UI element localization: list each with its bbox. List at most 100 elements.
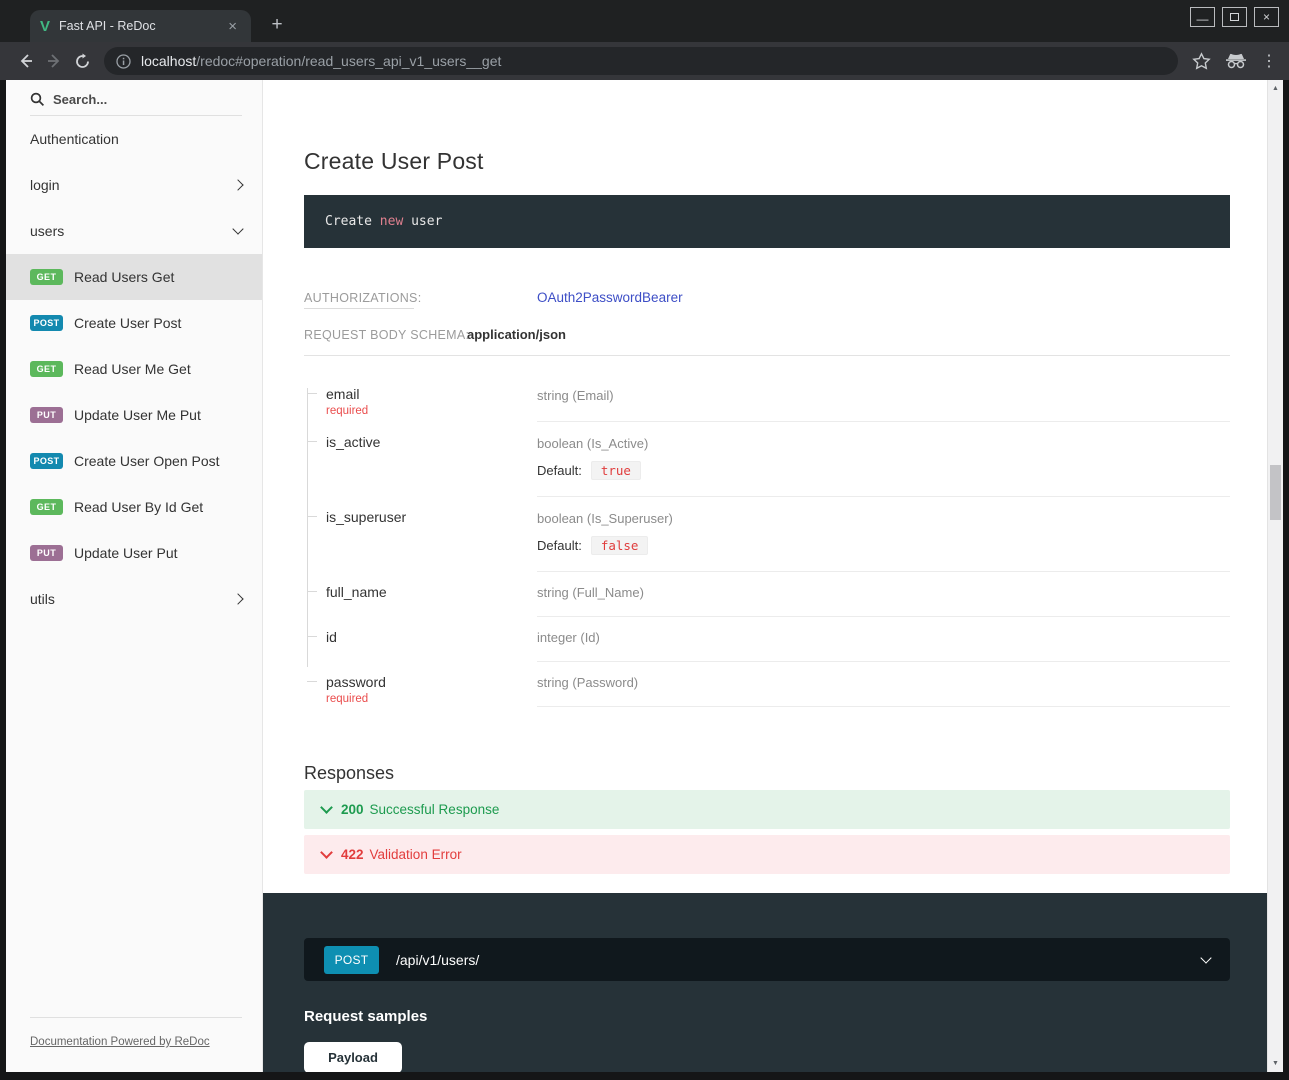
field-row-password: password required string (Password) — [304, 662, 1230, 707]
bookmark-star-icon[interactable] — [1192, 52, 1211, 71]
new-tab-button[interactable]: + — [264, 12, 290, 38]
put-method-badge: PUT — [30, 407, 63, 423]
field-row-full-name: full_name string (Full_Name) — [304, 572, 1230, 617]
url-bar[interactable]: localhost/redoc#operation/read_users_api… — [104, 47, 1178, 75]
sidebar-item-authentication[interactable]: Authentication — [6, 116, 262, 162]
sidebar-item-login[interactable]: login — [6, 162, 262, 208]
request-body-row: REQUEST BODY SCHEMA: application/json — [304, 327, 1230, 356]
payload-tab[interactable]: Payload — [304, 1042, 402, 1072]
reload-button[interactable] — [68, 47, 96, 75]
authorizations-label: AUTHORIZATIONS: — [304, 291, 414, 309]
default-label: Default: — [537, 463, 582, 478]
search-box[interactable] — [6, 80, 262, 115]
get-method-badge: GET — [30, 499, 63, 515]
page-content: Authentication login users GET Read User… — [0, 80, 1289, 1072]
operation-doc: Create User Post Create new user AUTHORI… — [263, 80, 1267, 893]
page-title: Create User Post — [304, 148, 1230, 175]
sidebar-item-update-user-me-put[interactable]: PUT Update User Me Put — [6, 392, 262, 438]
field-type: boolean (Is_Superuser) — [537, 511, 673, 526]
content-type-value: application/json — [467, 327, 1230, 342]
chevron-down-icon — [320, 801, 333, 814]
scroll-thumb[interactable] — [1270, 465, 1281, 520]
response-code: 422 — [341, 847, 364, 862]
sidebar-item-label: users — [30, 223, 234, 239]
response-200-panel[interactable]: 200 Successful Response — [304, 790, 1230, 829]
incognito-icon — [1225, 53, 1247, 69]
redoc-footer-link[interactable]: Documentation Powered by ReDoc — [30, 1036, 210, 1048]
chevron-right-icon — [232, 593, 243, 604]
endpoint-dropdown[interactable]: POST /api/v1/users/ — [304, 938, 1230, 981]
browser-tab[interactable]: V Fast API - ReDoc × — [30, 10, 251, 42]
forward-button[interactable] — [40, 47, 68, 75]
field-row-is-active: is_active boolean (Is_Active) Default:tr… — [304, 422, 1230, 497]
url-path: /redoc#operation/read_users_api_v1_users… — [196, 53, 501, 69]
field-name[interactable]: full_name — [326, 584, 537, 600]
divider — [30, 1017, 242, 1018]
required-label: required — [326, 693, 537, 705]
sidebar-item-label: Read Users Get — [74, 269, 242, 285]
field-type: string (Email) — [537, 388, 614, 403]
put-method-badge: PUT — [30, 545, 63, 561]
sidebar-item-users[interactable]: users — [6, 208, 262, 254]
code-text: user — [403, 214, 442, 229]
response-code: 200 — [341, 802, 364, 817]
sidebar-item-create-user-post[interactable]: POST Create User Post — [6, 300, 262, 346]
scroll-up-button[interactable]: ▲ — [1268, 85, 1283, 92]
samples-panel: POST /api/v1/users/ Request samples Payl… — [263, 893, 1267, 1072]
required-label: required — [326, 405, 537, 417]
field-name[interactable]: is_superuser — [326, 509, 537, 525]
scroll-down-button[interactable]: ▼ — [1268, 1060, 1283, 1067]
window-minimize-button[interactable]: — — [1190, 7, 1215, 27]
info-icon[interactable] — [116, 54, 131, 69]
sidebar-item-read-user-by-id-get[interactable]: GET Read User By Id Get — [6, 484, 262, 530]
field-type: integer (Id) — [537, 630, 600, 645]
sidebar-item-label: utils — [30, 591, 234, 607]
sidebar-item-utils[interactable]: utils — [6, 576, 262, 622]
tab-title: Fast API - ReDoc — [59, 19, 224, 33]
chevron-down-icon — [320, 846, 333, 859]
sidebar-item-label: Read User Me Get — [74, 361, 242, 377]
sidebar-item-label: Update User Me Put — [74, 407, 242, 423]
toolbar-right: ⋮ — [1192, 51, 1277, 71]
sidebar-item-read-user-me-get[interactable]: GET Read User Me Get — [6, 346, 262, 392]
field-name[interactable]: id — [326, 629, 537, 645]
back-button[interactable] — [12, 47, 40, 75]
default-value-chip: false — [591, 536, 649, 555]
url-host: localhost — [141, 53, 196, 69]
window-maximize-button[interactable] — [1222, 7, 1247, 27]
oauth2-link[interactable]: OAuth2PasswordBearer — [537, 290, 1230, 305]
code-keyword: new — [380, 214, 403, 229]
sidebar-item-read-users-get[interactable]: GET Read Users Get — [6, 254, 262, 300]
code-text: Create — [325, 214, 380, 229]
window-border — [0, 1072, 1289, 1080]
browser-toolbar: localhost/redoc#operation/read_users_api… — [0, 42, 1289, 80]
sidebar-item-label: Update User Put — [74, 545, 242, 561]
titlebar: V Fast API - ReDoc × + — × — [0, 0, 1289, 42]
chevron-right-icon — [232, 179, 243, 190]
sidebar: Authentication login users GET Read User… — [6, 80, 263, 1072]
authorizations-row: AUTHORIZATIONS: OAuth2PasswordBearer — [304, 290, 1230, 309]
main-content: Create User Post Create new user AUTHORI… — [263, 80, 1267, 1072]
vue-favicon-icon: V — [40, 18, 50, 35]
search-icon — [30, 92, 45, 107]
sidebar-item-update-user-put[interactable]: PUT Update User Put — [6, 530, 262, 576]
response-422-panel[interactable]: 422 Validation Error — [304, 835, 1230, 874]
window-controls: — × — [1190, 7, 1279, 27]
tab-close-icon[interactable]: × — [224, 18, 241, 35]
chevron-down-icon — [232, 223, 243, 234]
sidebar-item-label: Authentication — [30, 131, 242, 147]
field-name[interactable]: email — [326, 386, 537, 402]
field-name[interactable]: is_active — [326, 434, 537, 450]
browser-menu-icon[interactable]: ⋮ — [1261, 51, 1277, 71]
field-name[interactable]: password — [326, 674, 537, 690]
field-type: boolean (Is_Active) — [537, 436, 648, 451]
sidebar-item-create-user-open-post[interactable]: POST Create User Open Post — [6, 438, 262, 484]
search-input[interactable] — [53, 92, 213, 107]
window-close-button[interactable]: × — [1254, 7, 1279, 27]
response-text: Validation Error — [370, 847, 462, 862]
sidebar-item-label: Create User Open Post — [74, 453, 242, 469]
field-row-id: id integer (Id) — [304, 617, 1230, 662]
page-scrollbar[interactable]: ▲ ▼ — [1267, 80, 1283, 1072]
post-method-badge: POST — [30, 453, 63, 469]
responses-heading: Responses — [304, 763, 1230, 784]
